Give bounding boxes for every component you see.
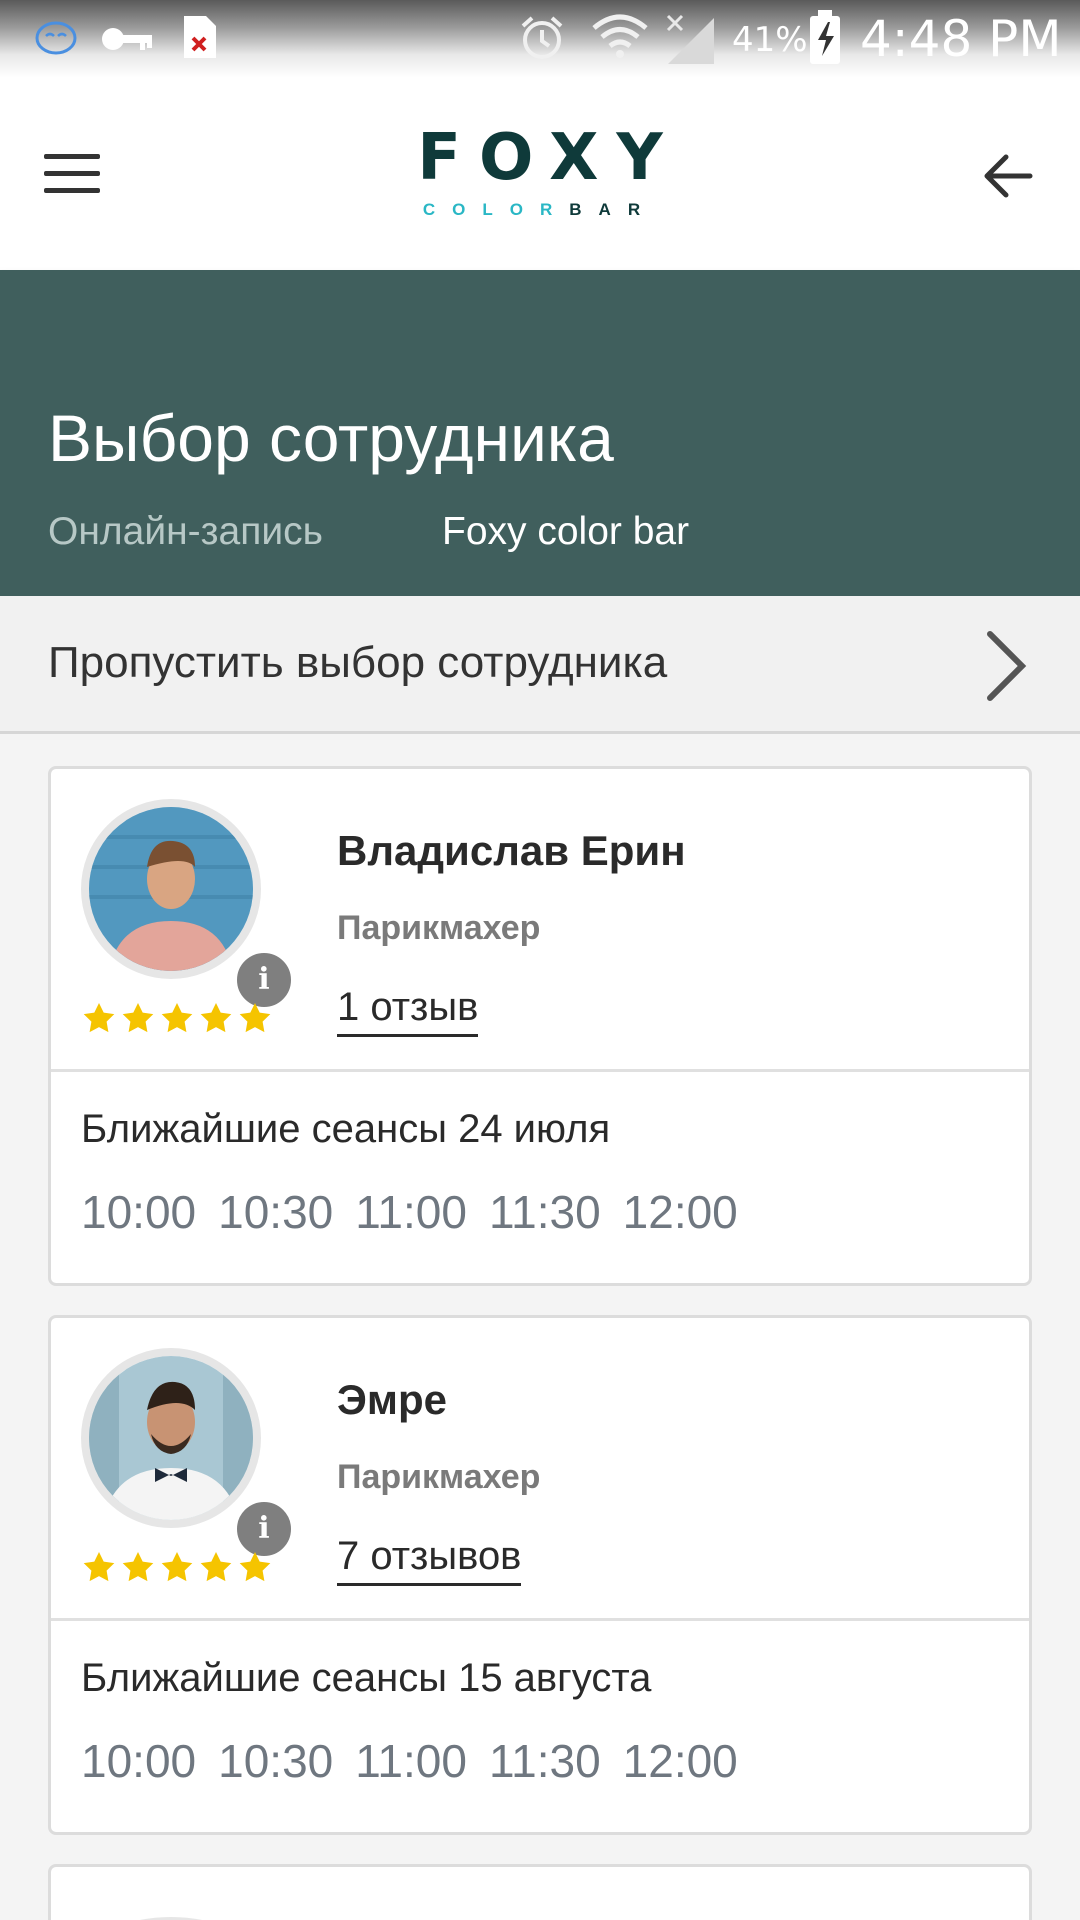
staff-name: Владислав Ерин: [337, 827, 686, 874]
logo-main: FOXY: [417, 121, 681, 195]
star-icon: [239, 1552, 271, 1582]
wifi-icon: [592, 14, 648, 58]
avatar-wrap[interactable]: i: [81, 1348, 295, 1560]
avatar: [81, 799, 261, 979]
staff-name: Эмре: [337, 1376, 447, 1423]
rating-stars: [83, 1552, 271, 1582]
time-slot[interactable]: 10:00: [81, 1185, 196, 1239]
time-slot[interactable]: 11:00: [355, 1734, 467, 1788]
star-icon: [122, 1552, 154, 1582]
status-bar: 41% 4:48 PM: [0, 0, 1080, 78]
star-icon: [200, 1552, 232, 1582]
signal-icon: [666, 14, 714, 64]
time-slot[interactable]: 10:30: [218, 1185, 333, 1239]
hamburger-menu-icon[interactable]: [44, 154, 100, 194]
avatar: [81, 1348, 261, 1528]
reviews-link[interactable]: 7 отзывов: [337, 1534, 522, 1586]
star-icon: [83, 1003, 115, 1033]
time-slot[interactable]: 12:00: [623, 1734, 738, 1788]
staff-card[interactable]: [48, 1864, 1032, 1920]
star-icon: [200, 1003, 232, 1033]
staff-role: Парикмахер: [337, 909, 541, 947]
star-icon: [161, 1552, 193, 1582]
breadcrumb-salon: Foxy color bar: [442, 510, 690, 553]
page-title: Выбор сотрудника: [48, 401, 614, 475]
avatar-wrap[interactable]: i: [81, 799, 295, 1011]
clock: 4:48 PM: [860, 10, 1062, 68]
star-icon: [83, 1552, 115, 1582]
battery-percent: 41%: [732, 20, 808, 60]
smiley-notification-icon: [35, 21, 77, 55]
time-slot[interactable]: 11:00: [355, 1185, 467, 1239]
file-error-icon: [184, 16, 216, 58]
star-icon: [239, 1003, 271, 1033]
staff-card[interactable]: i Владислав Ерин Парикмахер 1 отзыв Ближ…: [48, 766, 1032, 1286]
app-header: FOXY COLORBAR: [0, 78, 1080, 270]
staff-card[interactable]: i Эмре Парикмахер 7 отзывов Ближайшие се…: [48, 1315, 1032, 1835]
sessions-title: Ближайшие сеансы 15 августа: [81, 1656, 652, 1700]
logo-sub-color: COLOR: [422, 200, 570, 219]
battery-charging-icon: [810, 10, 840, 64]
staff-photo: [89, 807, 253, 971]
star-icon: [122, 1003, 154, 1033]
avatar: [139, 1917, 203, 1920]
breadcrumb-online-booking[interactable]: Онлайн-запись: [48, 510, 323, 554]
time-slots: 10:00 10:30 11:00 11:30 12:00: [81, 1734, 760, 1788]
time-slots: 10:00 10:30 11:00 11:30 12:00: [81, 1185, 760, 1239]
divider: [51, 1618, 1029, 1621]
staff-role: Парикмахер: [337, 1458, 541, 1496]
skip-staff-selection-button[interactable]: Пропустить выбор сотрудника: [0, 596, 1080, 734]
time-slot[interactable]: 12:00: [623, 1185, 738, 1239]
staff-photo: [89, 1356, 253, 1520]
foxy-logo[interactable]: FOXY COLORBAR: [340, 126, 740, 220]
time-slot[interactable]: 10:30: [218, 1734, 333, 1788]
chevron-right-icon: [987, 631, 1027, 701]
skip-label: Пропустить выбор сотрудника: [48, 638, 668, 687]
logo-sub-bar: BAR: [569, 200, 658, 219]
alarm-icon: [521, 16, 563, 59]
time-slot[interactable]: 11:30: [489, 1734, 601, 1788]
key-icon: [102, 28, 152, 50]
page-hero: Выбор сотрудника Онлайн-запись Foxy colo…: [0, 270, 1080, 596]
arrow-left-icon[interactable]: [980, 148, 1036, 204]
rating-stars: [83, 1003, 271, 1033]
sessions-title: Ближайшие сеансы 24 июля: [81, 1107, 611, 1151]
star-icon: [161, 1003, 193, 1033]
divider: [51, 1069, 1029, 1072]
logo-sub: COLORBAR: [340, 200, 740, 220]
reviews-link[interactable]: 1 отзыв: [337, 985, 479, 1037]
time-slot[interactable]: 10:00: [81, 1734, 196, 1788]
time-slot[interactable]: 11:30: [489, 1185, 601, 1239]
